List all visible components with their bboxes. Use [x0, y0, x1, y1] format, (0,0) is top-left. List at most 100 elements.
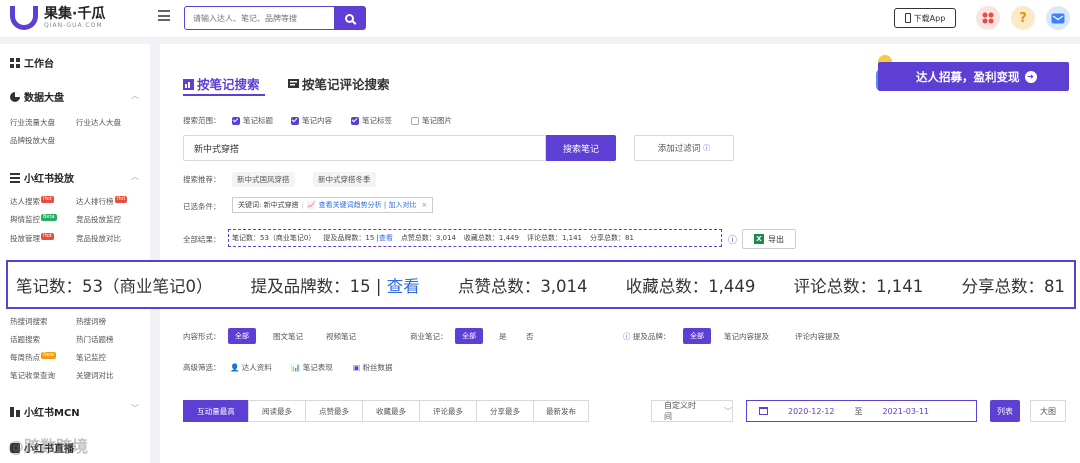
chevron-up-icon[interactable]: ︿	[131, 90, 139, 101]
arrow-right-icon: ➜	[1024, 70, 1037, 83]
filter-fan-data[interactable]: ▣ 粉丝数据	[353, 362, 392, 373]
button-label: 导出	[768, 234, 784, 244]
sidebar-link[interactable]: 达人排行榜 Hot	[76, 196, 128, 207]
banner-text: 达人招募，盈利变现	[916, 69, 1020, 84]
logo[interactable]: 果集·千瓜 QIAN-GUA.COM	[10, 6, 105, 30]
sidebar-item-workspace[interactable]: 工作台	[10, 55, 54, 70]
recommend-chip[interactable]: 新中式穿搭冬季	[313, 172, 376, 187]
view-list-button[interactable]: 列表	[990, 400, 1020, 422]
result-label: 全部结果：	[183, 235, 221, 244]
content-form-video[interactable]: 视频笔记	[326, 331, 356, 342]
brand-mention-comment[interactable]: 评论内容提及	[795, 331, 840, 342]
search-button[interactable]	[334, 7, 365, 29]
sidebar-link[interactable]: 笔记收录查询	[10, 370, 55, 381]
sort-latest[interactable]: 最新发布	[533, 400, 589, 422]
fans-icon: ▣	[353, 363, 361, 372]
sidebar-link[interactable]: 行业达人大盘	[76, 117, 121, 128]
scope-checkbox-image[interactable]: 笔记图片	[411, 115, 452, 126]
search-input[interactable]	[185, 7, 334, 29]
sidebar-link[interactable]: 品牌投放大盘	[10, 135, 55, 146]
recommend-chip[interactable]: 新中式国风穿搭	[232, 172, 295, 187]
chevron-down-icon[interactable]: ﹀	[131, 403, 139, 414]
brand-mention-note[interactable]: 笔记内容提及	[724, 331, 769, 342]
commercial-no[interactable]: 否	[526, 331, 534, 342]
button-label: 添加过滤词	[657, 144, 701, 154]
global-search	[184, 6, 366, 30]
sidebar-link[interactable]: 热搜词搜索	[10, 316, 48, 327]
trend-analysis-link[interactable]: 查看关键词趋势分析 | 加入对比	[319, 200, 417, 210]
stat-brands: 提及品牌数：15 |	[323, 234, 379, 242]
commercial-yes[interactable]: 是	[499, 331, 507, 342]
sidebar-item-label: 小红书MCN	[24, 408, 80, 419]
download-app-button[interactable]: 下载App	[894, 8, 956, 28]
apps-icon[interactable]	[976, 6, 1000, 30]
sort-collects[interactable]: 收藏最多	[362, 400, 420, 422]
menu-toggle-icon[interactable]	[158, 10, 170, 21]
scope-checkbox-title[interactable]: 笔记标题	[232, 115, 273, 126]
new-badge: New	[41, 352, 56, 359]
sidebar-link[interactable]: 热门话题榜	[76, 334, 114, 345]
filter-influencer-profile[interactable]: 👤 达人资料	[230, 362, 272, 373]
help-icon[interactable]: ?	[1011, 6, 1035, 30]
content-form-all[interactable]: 全部	[228, 328, 256, 344]
view-brands-link[interactable]: 查看	[379, 234, 393, 242]
filter-note-performance[interactable]: 📊 笔记表现	[291, 362, 333, 373]
export-button[interactable]: X 导出	[742, 229, 796, 249]
scope-checkbox-content[interactable]: 笔记内容	[291, 115, 332, 126]
brand-domain: QIAN-GUA.COM	[44, 22, 103, 29]
brand-mention-label: ⓘ 提及品牌：	[623, 331, 670, 342]
scope-checkbox-tag[interactable]: 笔记标签	[351, 115, 392, 126]
close-icon[interactable]: ×	[421, 201, 427, 209]
date-from[interactable]: 2020-12-12	[788, 407, 835, 416]
sidebar-link[interactable]: 关键词对比	[76, 370, 114, 381]
comment-icon	[288, 79, 299, 88]
sidebar-link[interactable]: 竞品投放监控	[76, 214, 121, 225]
sort-comments[interactable]: 评论最多	[419, 400, 477, 422]
brand-mention-all[interactable]: 全部	[683, 328, 711, 344]
date-to[interactable]: 2021-03-11	[883, 407, 930, 416]
stat-collects: 收藏总数：1,449	[463, 234, 519, 242]
stat-notes: 笔记数：53（商业笔记0）	[232, 234, 316, 242]
pie-chart-icon	[10, 91, 20, 102]
sidebar-link[interactable]: 竞品投放对比	[76, 233, 121, 244]
search-notes-button[interactable]: 搜索笔记	[546, 135, 616, 161]
recruit-banner[interactable]: 达人招募，盈利变现 ➜	[878, 62, 1069, 91]
sidebar-item-mcn[interactable]: 小红书MCN	[10, 404, 80, 419]
sidebar-link[interactable]: 舆情监控 Beta	[10, 214, 57, 225]
sidebar-link[interactable]: 行业流量大盘	[10, 117, 55, 128]
sidebar-link[interactable]: 话题搜索	[10, 334, 40, 345]
sidebar	[0, 44, 150, 463]
keyword-input[interactable]: 新中式穿搭	[183, 135, 546, 161]
scope-label: 搜索范围：	[183, 116, 221, 125]
sort-reads[interactable]: 阅读最多	[248, 400, 306, 422]
add-filter-word-button[interactable]: 添加过滤词 ⓘ	[634, 135, 734, 161]
sort-shares[interactable]: 分享最多	[476, 400, 534, 422]
sort-interaction[interactable]: 互动量最高	[183, 400, 249, 422]
zoom-stat-collects: 收藏总数：1,449	[625, 276, 756, 296]
chart-icon: 📊	[291, 363, 301, 372]
checkbox-checked-icon	[291, 116, 299, 125]
list-icon	[10, 172, 20, 183]
checkbox-label: 笔记图片	[422, 116, 452, 125]
time-range-select[interactable]: 自定义时间 ﹀	[651, 400, 733, 422]
sidebar-link[interactable]: 投放管理 Hot	[10, 233, 54, 244]
view-grid-button[interactable]: 大图	[1030, 400, 1066, 422]
tab-search-by-comment[interactable]: 按笔记评论搜索	[288, 74, 390, 93]
sidebar-link[interactable]: 笔记监控	[76, 352, 106, 363]
tab-search-by-note[interactable]: 按笔记搜索	[183, 74, 260, 93]
message-icon[interactable]	[1046, 6, 1070, 30]
date-range-picker[interactable]: 2020-12-12 至 2021-03-11	[746, 400, 977, 422]
info-icon[interactable]: ⓘ	[728, 233, 737, 246]
sidebar-item-xhs-ads[interactable]: 小红书投放	[10, 170, 74, 185]
sidebar-link[interactable]: 每周热点 New	[10, 352, 56, 363]
sidebar-item-label: 工作台	[24, 59, 54, 70]
sort-likes[interactable]: 点赞最多	[305, 400, 363, 422]
sidebar-item-big-data[interactable]: 数据大盘	[10, 89, 64, 104]
zoom-view-link[interactable]: 查看	[387, 277, 420, 296]
content-form-image[interactable]: 图文笔记	[273, 331, 303, 342]
user-icon: 👤	[230, 363, 240, 372]
chevron-up-icon[interactable]: ︿	[131, 171, 139, 182]
commercial-all[interactable]: 全部	[455, 328, 483, 344]
sidebar-link[interactable]: 热搜词榜	[76, 316, 106, 327]
sidebar-link[interactable]: 达人搜索 Hot	[10, 196, 54, 207]
